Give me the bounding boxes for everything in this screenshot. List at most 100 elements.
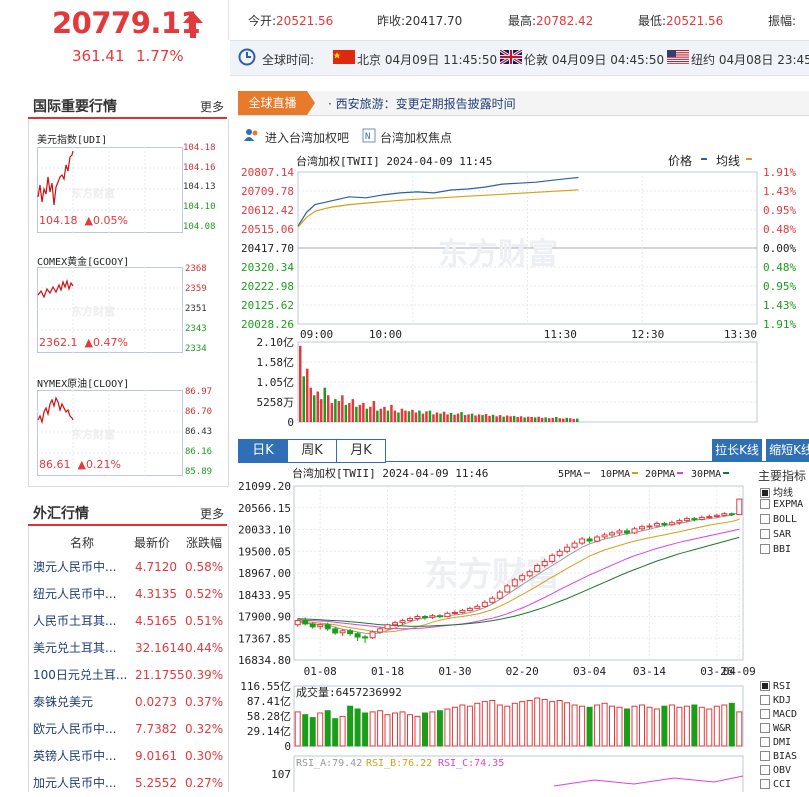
volume-bar xyxy=(519,701,526,747)
stretch-kline-button[interactable]: 拉长K线 xyxy=(712,439,762,461)
checkbox-icon[interactable] xyxy=(760,765,770,775)
indicator-option[interactable]: BBI xyxy=(760,544,803,559)
intraday-chart[interactable]: 东方财富 台湾加权[TWII] 2024-04-09 11:45 价格 均线 20807… xyxy=(238,150,809,435)
indicator-option[interactable]: OBV xyxy=(760,765,797,779)
indicator-option[interactable]: EXPMA xyxy=(760,499,803,514)
fx-row[interactable]: 100日元兑土耳... 21.1755 0.39% xyxy=(28,662,227,689)
checkbox-icon[interactable] xyxy=(760,709,770,719)
y-pct-tick: 0.00% xyxy=(763,242,796,255)
focus-link[interactable]: 台湾加权焦点 xyxy=(380,129,452,146)
volume-y-tick: 58.28亿 xyxy=(247,710,291,723)
chart-title: 台湾加权[TWII] 2024-04-09 11:46 xyxy=(292,466,488,480)
volume-bar xyxy=(439,413,442,422)
volume-bar xyxy=(721,704,728,747)
news-headline-link[interactable]: · 西安旅游：变更定期报告披露时间 xyxy=(328,95,516,112)
mini-chart-title[interactable]: 美元指数[UDI] xyxy=(37,131,107,146)
volume-bar xyxy=(425,411,428,422)
fx-row[interactable]: 欧元人民币中... 7.7382 0.32% xyxy=(28,716,227,743)
candle-body xyxy=(579,538,586,544)
candle-body xyxy=(541,561,548,567)
volume-bar xyxy=(496,704,503,747)
indicator-label: EXPMA xyxy=(773,499,804,510)
volume-bar xyxy=(435,412,439,422)
checkbox-icon[interactable] xyxy=(760,737,770,747)
indicator-option[interactable]: DMI xyxy=(760,737,797,751)
tab-monthly-k[interactable]: 月K xyxy=(336,439,386,463)
volume-title: 成交量:6457236992 xyxy=(296,685,402,699)
fx-price: 4.5165 xyxy=(135,614,177,628)
volume-bar xyxy=(330,403,334,422)
mini-chart-title[interactable]: COMEX黄金[GCOOY] xyxy=(37,253,129,268)
mini-chart-title[interactable]: NYMEX原油[CLOOY] xyxy=(37,375,129,390)
checkbox-icon[interactable] xyxy=(760,514,770,524)
volume-bar xyxy=(571,704,578,747)
indicator-sub-list: RSI KDJ MACD W&R DMI BIAS OBV CCI xyxy=(760,681,797,793)
fx-col-name: 名称 xyxy=(70,536,95,550)
legend-price: 价格 xyxy=(668,153,692,168)
candle-body xyxy=(422,616,428,618)
fx-row[interactable]: 英镑人民币中... 9.0161 0.30% xyxy=(28,743,227,770)
focus-doc-icon: N xyxy=(362,128,376,143)
quote-open: 今开:20521.56 xyxy=(248,14,334,28)
rsi-line xyxy=(553,775,744,787)
shorten-kline-button[interactable]: 缩短K线 xyxy=(766,439,809,461)
fx-name: 欧元人民币中... xyxy=(33,722,117,736)
indicator-label: BBI xyxy=(773,544,792,555)
checkbox-icon[interactable] xyxy=(760,681,770,691)
intl-more-link[interactable]: 更多 xyxy=(200,98,224,115)
candle-body xyxy=(392,622,398,626)
checkbox-icon[interactable] xyxy=(760,751,770,761)
fx-row[interactable]: 纽元人民币中... 4.3135 0.52% xyxy=(28,581,227,608)
indicator-option[interactable]: 均线 xyxy=(760,484,803,499)
indicator-option[interactable]: MACD xyxy=(760,709,797,723)
volume-bar xyxy=(362,712,369,747)
checkbox-icon[interactable] xyxy=(760,499,770,509)
checkbox-icon[interactable] xyxy=(760,779,770,789)
volume-bar xyxy=(609,705,615,747)
volume-bar xyxy=(706,708,713,747)
checkbox-icon[interactable] xyxy=(760,529,770,539)
tab-weekly-k[interactable]: 周K xyxy=(287,439,337,463)
candle-body xyxy=(676,520,683,524)
fx-row[interactable]: 美元兑土耳其... 32.1614 0.44% xyxy=(28,635,227,662)
fx-name: 100日元兑土耳... xyxy=(33,668,128,682)
volume-bar xyxy=(348,403,351,422)
checkbox-icon[interactable] xyxy=(760,695,770,705)
legend-item: 10PMA xyxy=(600,469,630,480)
x-tick: 10:00 xyxy=(369,328,402,341)
volume-bar xyxy=(534,697,541,747)
candle-body xyxy=(683,518,690,522)
volume-bar xyxy=(569,418,572,422)
checkbox-icon[interactable] xyxy=(760,488,770,498)
volume-bar xyxy=(418,410,421,422)
volume-bar xyxy=(456,413,460,422)
indicator-option[interactable]: W&R xyxy=(760,723,797,737)
fx-row[interactable]: 澳元人民币中... 4.7120 0.58% xyxy=(28,554,227,581)
watermark: 东方财富 xyxy=(424,555,560,595)
tab-daily-k[interactable]: 日K xyxy=(238,439,288,463)
indicator-option[interactable]: KDJ xyxy=(760,695,797,709)
volume-bar xyxy=(728,702,735,747)
volume-bar xyxy=(404,410,407,422)
mini-gold-last: 2362.1 ▲0.47% xyxy=(39,336,128,349)
fx-row[interactable]: 泰铢兑美元 0.0273 0.37% xyxy=(28,689,227,716)
forum-link[interactable]: 进入台湾加权吧 xyxy=(265,129,349,146)
volume-bar xyxy=(683,705,690,747)
indicator-option[interactable]: BOLL xyxy=(760,514,803,529)
fx-more-link[interactable]: 更多 xyxy=(200,505,224,522)
indicator-option[interactable]: RSI xyxy=(760,681,797,695)
indicator-option[interactable]: CCI xyxy=(760,779,797,793)
indicator-option[interactable]: BIAS xyxy=(760,751,797,765)
volume-bar xyxy=(369,406,372,422)
kline-chart[interactable]: 台湾加权[TWII] 2024-04-09 11:46 5PMA 10PMA 20PM… xyxy=(238,462,758,792)
indicator-option[interactable]: SAR xyxy=(760,529,803,544)
tab-global-live[interactable]: 全球直播 xyxy=(238,91,307,115)
indicator-label: MACD xyxy=(773,709,798,720)
fx-row[interactable]: 加元人民币中... 5.2552 0.27% xyxy=(28,770,227,797)
checkbox-icon[interactable] xyxy=(760,723,770,733)
fx-row[interactable]: 人民币土耳其... 4.5165 0.51% xyxy=(28,608,227,635)
checkbox-icon[interactable] xyxy=(760,544,770,554)
fx-pct: 0.30% xyxy=(185,749,224,763)
y-tick: 20417.70 xyxy=(241,242,294,255)
volume-bar xyxy=(586,706,593,747)
